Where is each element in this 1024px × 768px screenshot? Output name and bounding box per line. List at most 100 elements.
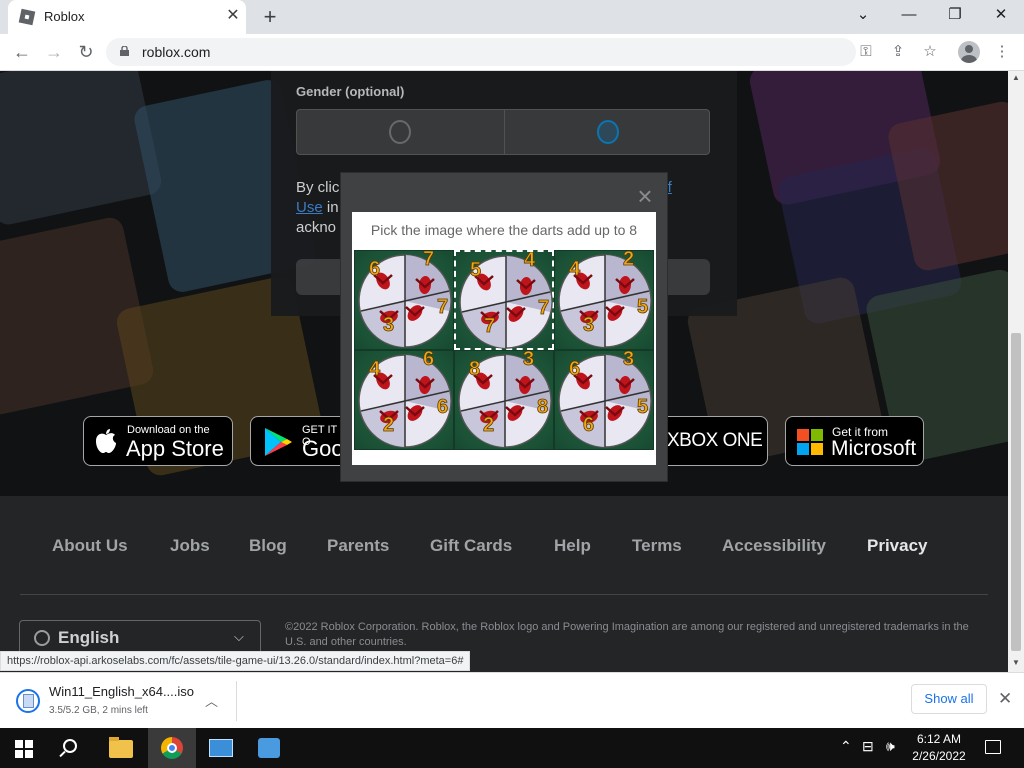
dart-number-label: 6 (423, 351, 434, 370)
taskbar-chrome[interactable] (148, 728, 196, 768)
globe-icon (34, 630, 50, 646)
tab-search-chevron-icon[interactable]: ⌄ (849, 4, 877, 26)
captcha-tile-6[interactable]: 6 3 5 6 (554, 350, 654, 450)
footer-link-help[interactable]: Help (554, 536, 591, 556)
gender-female-button[interactable] (504, 110, 710, 154)
scroll-up-arrow-icon[interactable]: ▲ (1012, 73, 1020, 82)
chevron-down-icon: ⌵ (234, 629, 244, 644)
forward-arrow-icon[interactable]: → (42, 40, 66, 64)
volume-icon[interactable]: 🕪 (886, 738, 895, 755)
page-scrollbar[interactable]: ▲ ▼ (1008, 71, 1024, 672)
show-all-button[interactable]: Show all (911, 684, 987, 714)
url-text: roblox.com (142, 44, 211, 60)
taskbar-app-1[interactable] (197, 728, 245, 768)
app-store-badge[interactable]: Download on the App Store (83, 416, 233, 466)
terms-text-start: By clic (296, 179, 340, 196)
captcha-tile-3[interactable]: 4 2 5 3 (554, 250, 654, 350)
footer-link-parents[interactable]: Parents (327, 536, 389, 556)
notification-center-icon[interactable] (985, 740, 1001, 754)
share-icon[interactable]: ⇪ (886, 40, 910, 64)
clock-date: 2/26/2022 (912, 749, 966, 763)
network-icon[interactable]: ⊟ (862, 738, 874, 755)
captcha-panel: Pick the image where the darts add up to… (352, 212, 656, 465)
browser-tab[interactable]: Roblox ✕ (8, 0, 246, 34)
dart-number-label: 8 (537, 396, 548, 418)
footer-link-accessibility[interactable]: Accessibility (722, 536, 826, 556)
male-icon (389, 120, 411, 144)
gender-label: Gender (optional) (296, 84, 405, 99)
dart-number-label: 5 (637, 396, 648, 418)
footer-link-gift-cards[interactable]: Gift Cards (430, 536, 512, 556)
taskbar-search-button[interactable] (48, 728, 96, 768)
dart-number-label: 5 (470, 259, 481, 281)
footer-link-privacy[interactable]: Privacy (867, 536, 928, 556)
scroll-down-arrow-icon[interactable]: ▼ (1012, 658, 1020, 667)
key-icon[interactable]: ⚿ (854, 40, 878, 64)
dart-number-label: 7 (437, 296, 448, 318)
download-shelf: Win11_English_x64....iso 3.5/5.2 GB, 2 m… (0, 672, 1024, 728)
app-window-icon (258, 738, 280, 758)
tab-close-icon[interactable]: ✕ (224, 7, 242, 25)
language-value: English (58, 628, 120, 647)
address-bar[interactable]: roblox.com (106, 38, 856, 66)
restore-button[interactable]: ❐ (941, 4, 969, 26)
female-icon (597, 120, 619, 144)
terms-text-mid: in (322, 199, 339, 216)
back-arrow-icon[interactable]: ← (10, 40, 34, 64)
menu-kebab-icon[interactable]: ⋮ (990, 40, 1014, 64)
xbox-badge[interactable]: XBOX ONE (666, 416, 768, 466)
captcha-tile-2[interactable]: 5 4 7 7 (454, 250, 554, 350)
microsoft-big-text: Microsoft (831, 437, 917, 460)
terms-use-link[interactable]: Use (296, 199, 323, 216)
app-store-big-text: App Store (126, 436, 224, 461)
copyright-text: ©2022 Roblox Corporation. Roblox, the Ro… (285, 621, 969, 648)
tray-chevron-up-icon[interactable]: ⌃ (840, 738, 852, 755)
captcha-tile-1[interactable]: 6 7 7 3 (354, 250, 454, 350)
google-play-badge[interactable]: GET IT O Goo (250, 416, 344, 466)
dart-number-label: 3 (583, 314, 594, 336)
page-viewport: Gender (optional) By clicof Use in ackno… (0, 71, 1008, 672)
captcha-modal: × Pick the image where the darts add up … (340, 172, 668, 482)
windows-logo-icon (15, 740, 33, 758)
download-filename: Win11_English_x64....iso (49, 684, 195, 699)
dartboard-image: 8 3 8 2 (458, 351, 552, 448)
dart-number-label: 2 (383, 414, 394, 436)
gender-male-button[interactable] (297, 110, 503, 154)
shelf-close-icon[interactable]: ✕ (998, 689, 1012, 709)
dart-number-label: 2 (483, 414, 494, 436)
minimize-button[interactable]: — (895, 4, 923, 26)
reload-icon[interactable]: ↻ (74, 40, 98, 64)
microsoft-logo-icon (797, 429, 823, 455)
new-tab-button[interactable]: + (258, 5, 282, 29)
taskbar-file-explorer[interactable] (97, 728, 145, 768)
dart-number-label: 6 (437, 396, 448, 418)
profile-avatar-icon[interactable] (958, 41, 980, 63)
search-icon (63, 739, 77, 753)
window-close-button[interactable]: ✕ (987, 4, 1015, 26)
footer-link-blog[interactable]: Blog (249, 536, 287, 556)
captcha-tile-5[interactable]: 8 3 8 2 (454, 350, 554, 450)
browser-toolbar: ← → ↻ roblox.com ⚿ ⇪ ☆ ⋮ (0, 34, 1024, 71)
modal-close-icon[interactable]: × (633, 183, 657, 209)
dart-number-label: 7 (484, 315, 495, 337)
captcha-prompt: Pick the image where the darts add up to… (370, 222, 638, 238)
footer-link-about-us[interactable]: About Us (52, 536, 128, 556)
captcha-tile-4[interactable]: 4 6 6 2 (354, 350, 454, 450)
dart-number-label: 6 (569, 358, 580, 380)
start-button[interactable] (0, 728, 48, 768)
taskbar-app-2[interactable] (245, 728, 293, 768)
terms-text-end: ackno (296, 219, 337, 236)
clock-time: 6:12 AM (916, 732, 962, 746)
bookmark-star-icon[interactable]: ☆ (918, 40, 942, 64)
dart-number-label: 6 (583, 414, 594, 436)
dart-number-label: 2 (623, 251, 634, 270)
xbox-big-text: XBOX ONE (667, 430, 763, 451)
footer-link-terms[interactable]: Terms (632, 536, 682, 556)
dart-number-label: 4 (524, 252, 536, 271)
roblox-favicon-icon (18, 8, 36, 26)
microsoft-store-badge[interactable]: Get it from Microsoft (785, 416, 924, 466)
chevron-up-icon[interactable]: ︿ (205, 691, 218, 710)
disc-image-file-icon (16, 689, 40, 713)
footer-link-jobs[interactable]: Jobs (170, 536, 210, 556)
scroll-thumb[interactable] (1011, 333, 1021, 651)
